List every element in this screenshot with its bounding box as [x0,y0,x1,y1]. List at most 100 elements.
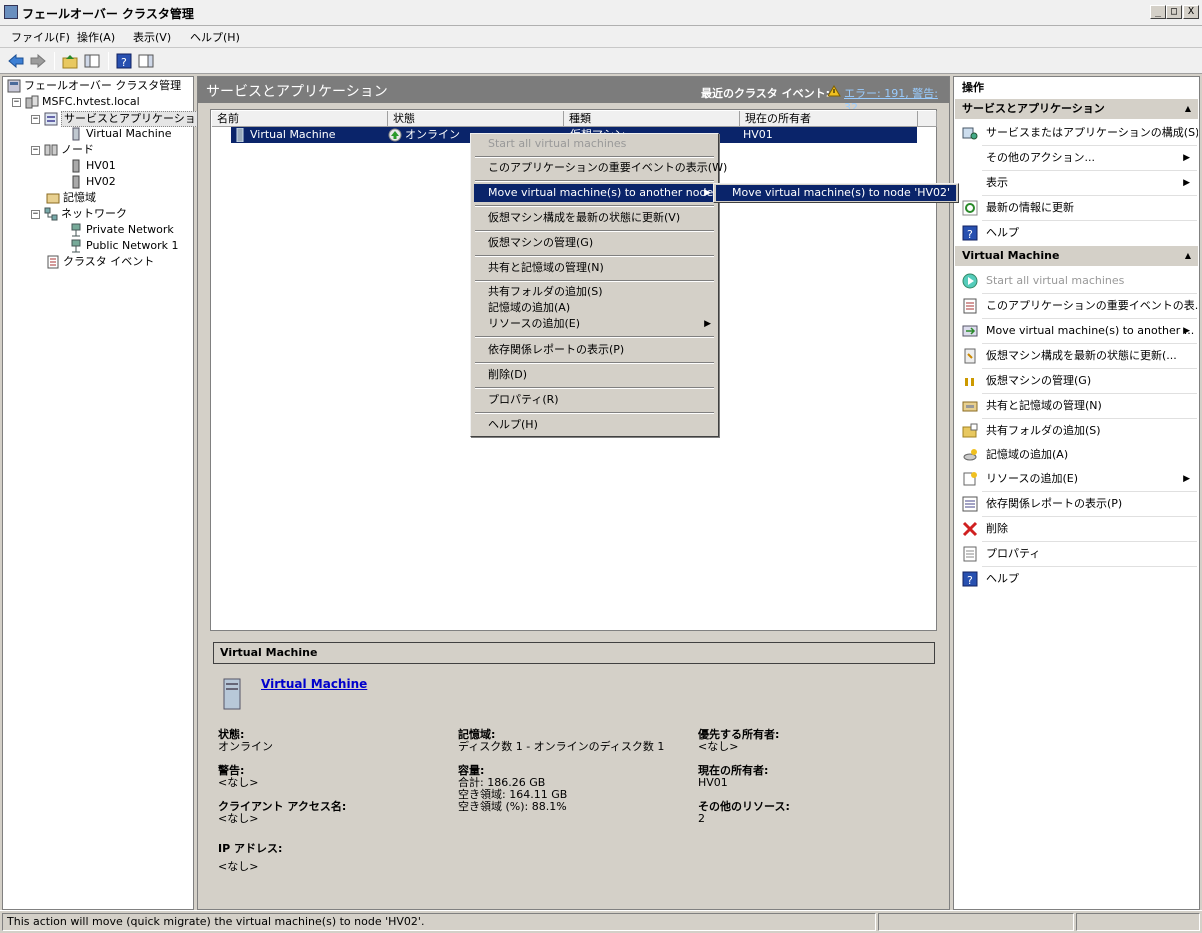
tree-item-cluster-events[interactable]: クラスタ イベント [46,255,154,269]
tree-item-root[interactable]: フェールオーバー クラスタ管理 [7,79,181,93]
action-move-vm[interactable]: Move virtual machine(s) to another ... ▶ [955,319,1198,343]
action-delete[interactable]: 削除 [955,517,1198,541]
forward-arrow-icon[interactable] [28,51,48,71]
action-vm-help[interactable]: ? ヘルプ [955,567,1198,591]
virtual-machine-link[interactable]: Virtual Machine [261,677,367,691]
action-label: 削除 [986,522,1008,535]
column-header-type[interactable]: 種類 [564,111,740,127]
tree-item-cluster[interactable]: − MSFC.hvtest.local [12,95,140,109]
collapse-up-icon[interactable]: ▲ [1185,99,1191,119]
actions-section-services[interactable]: サービスとアプリケーション ▲ [955,99,1198,119]
show-hide-action-pane-icon[interactable] [136,51,156,71]
action-label: 表示 [986,176,1008,189]
menu-item-manage-share-storage[interactable]: 共有と記憶域の管理(N) [474,259,715,277]
action-dependency-report[interactable]: 依存関係レポートの表示(P) [955,492,1198,516]
menu-help[interactable]: ヘルプ(H) [190,29,240,45]
menu-item-add-resource[interactable]: リソースの追加(E) ▶ [474,316,715,332]
action-label: ヘルプ [986,226,1019,239]
column-header-owner[interactable]: 現在の所有者 [740,111,918,127]
tree-item-virtual-machine[interactable]: Virtual Machine [69,127,172,141]
close-button[interactable]: X [1183,5,1199,19]
collapse-toggle[interactable]: − [31,209,40,219]
menu-file[interactable]: ファイル(F) [11,29,70,45]
action-label: その他のアクション... [986,151,1095,164]
collapse-up-icon[interactable]: ▲ [1185,246,1191,266]
network-icon [44,207,58,221]
action-manage-vm[interactable]: 仮想マシンの管理(G) [955,369,1198,393]
nodes-icon [44,143,58,157]
menu-separator [475,387,714,389]
collapse-toggle[interactable]: − [31,145,40,155]
action-label: 共有と記憶域の管理(N) [986,399,1102,412]
row-owner: HV01 [743,128,773,141]
menu-item-start-all-vms[interactable]: Start all virtual machines [474,135,715,153]
action-properties[interactable]: プロパティ [955,542,1198,566]
tree-item-hv02[interactable]: HV02 [69,175,116,189]
current-owner-value: HV01 [698,776,728,789]
action-view[interactable]: 表示 ▶ [955,171,1198,195]
menu-item-properties[interactable]: プロパティ(R) [474,391,715,409]
blank-icon [962,175,978,191]
collapse-toggle[interactable]: − [12,97,21,107]
action-help[interactable]: ? ヘルプ [955,221,1198,245]
action-configure-service[interactable]: サービスまたはアプリケーションの構成(S)... [955,121,1198,145]
show-hide-tree-icon[interactable] [82,51,102,71]
column-header-name[interactable]: 名前 [212,111,388,127]
online-status-icon [388,128,402,142]
preferred-owner-field: 優先する所有者: <なし> [698,729,779,753]
tree-item-storage[interactable]: 記憶域 [46,191,96,205]
menu-item-refresh-vm-config[interactable]: 仮想マシン構成を最新の状態に更新(V) [474,209,715,227]
tree-label: ノード [61,143,94,156]
up-folder-icon[interactable] [60,51,80,71]
action-more-actions[interactable]: その他のアクション... ▶ [955,146,1198,170]
menu-item-move-vm[interactable]: Move virtual machine(s) to another node … [474,184,715,202]
menu-view[interactable]: 表示(V) [133,29,171,45]
shared-folder-icon [962,423,978,439]
storage-value: ディスク数 1 - オンラインのディスク数 1 [458,740,665,753]
menu-item-delete[interactable]: 削除(D) [474,366,715,384]
actions-section-virtual-machine[interactable]: Virtual Machine ▲ [955,246,1198,266]
storage-icon [46,191,60,205]
menu-action[interactable]: 操作(A) [77,29,115,45]
action-refresh[interactable]: 最新の情報に更新 [955,196,1198,220]
action-add-storage[interactable]: 記憶域の追加(A) [955,443,1198,467]
tree-item-nodes[interactable]: − ノード [31,143,94,157]
tree-item-services[interactable]: − サービスとアプリケーション [31,111,210,127]
action-add-resource[interactable]: リソースの追加(E) ▶ [955,467,1198,491]
submenu-arrow-icon: ▶ [1183,178,1190,188]
action-add-shared-folder[interactable]: 共有フォルダの追加(S) [955,419,1198,443]
back-arrow-icon[interactable] [6,51,26,71]
menu-item-show-critical-events[interactable]: このアプリケーションの重要イベントの表示(W) [474,159,727,177]
collapse-toggle[interactable]: − [31,114,40,124]
action-manage-share-storage[interactable]: 共有と記憶域の管理(N) [955,394,1198,418]
tree-item-network[interactable]: − ネットワーク [31,207,127,221]
tree-label: Private Network [86,223,174,236]
refresh-icon [962,200,978,216]
menu-item-manage-vm[interactable]: 仮想マシンの管理(G) [474,234,715,252]
action-label: サービスまたはアプリケーションの構成(S)... [986,126,1198,139]
menu-item-help[interactable]: ヘルプ(H) [474,416,715,434]
action-refresh-vm-config[interactable]: 仮想マシン構成を最新の状態に更新(... [955,344,1198,368]
restore-button[interactable]: □ [1166,5,1182,19]
share-storage-icon [962,398,978,414]
recent-events-label: 最近のクラスタ イベント: [701,87,831,100]
help-icon[interactable]: ? [114,51,134,71]
row-status: オンライン [405,128,460,141]
menu-item-add-storage[interactable]: 記憶域の追加(A) [474,300,715,316]
navigation-tree: フェールオーバー クラスタ管理 − MSFC.hvtest.local − サー… [2,76,210,910]
action-show-critical-events[interactable]: このアプリケーションの重要イベントの表... [955,294,1198,318]
minimize-button[interactable]: _ [1150,5,1166,19]
menu-item-move-to-hv02[interactable]: Move virtual machine(s) to node 'HV02' [716,185,956,201]
page-title: サービスとアプリケーション [206,84,388,100]
menu-item-add-shared-folder[interactable]: 共有フォルダの追加(S) [474,284,715,300]
tree-item-public-network[interactable]: Public Network 1 [69,239,178,253]
tree-item-hv01[interactable]: HV01 [69,159,116,173]
server-icon [235,127,245,143]
menu-item-dependency-report[interactable]: 依存関係レポートの表示(P) [474,341,715,359]
tree-item-private-network[interactable]: Private Network [69,223,174,237]
column-header-status[interactable]: 状態 [388,111,564,127]
section-label: サービスとアプリケーション [962,102,1105,115]
action-label: 最新の情報に更新 [986,201,1074,214]
action-start-all-vms[interactable]: Start all virtual machines [955,269,1198,293]
action-label: 共有フォルダの追加(S) [986,424,1101,437]
